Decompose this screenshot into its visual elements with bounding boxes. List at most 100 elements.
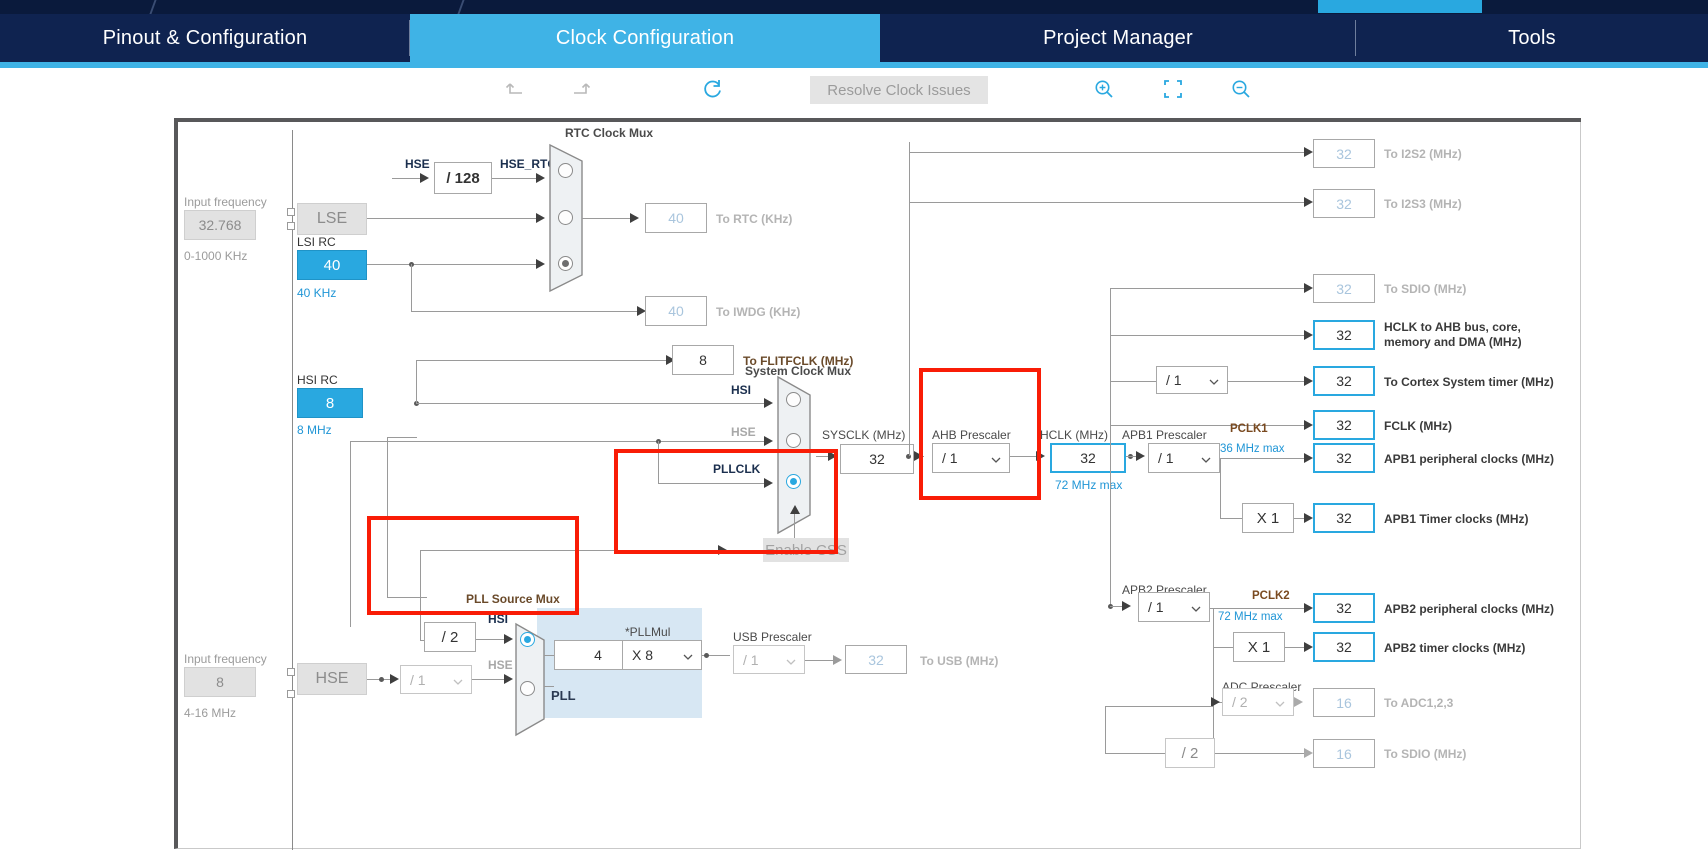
left-bus-line	[292, 130, 293, 850]
window-titlebar	[0, 0, 1708, 14]
rtc-mux-out-line	[582, 218, 632, 219]
usb-out-arrow	[833, 655, 842, 665]
hsi-div2-box: / 2	[424, 622, 476, 652]
fit-to-screen-icon[interactable]	[1154, 70, 1192, 108]
output-box-sdio: 32	[1313, 274, 1375, 303]
chevron-down-icon	[1201, 457, 1211, 463]
hse-prescaler-value: / 1	[410, 671, 426, 688]
sdio-div-riser	[1105, 706, 1106, 753]
hse-div128-in-line	[392, 178, 422, 179]
output-value: 32	[1336, 600, 1352, 616]
pclk2-label: PCLK2	[1252, 590, 1290, 602]
lse-input-frequency-field[interactable]: 32.768	[184, 210, 256, 240]
apb2-timer-multiplier-box: X 1	[1233, 632, 1285, 662]
hclk-value: 32	[1080, 450, 1096, 466]
cortex-out-arrow	[1304, 376, 1313, 386]
hse-to-prescaler-arrow	[390, 674, 399, 684]
usb-prescaler-value: / 1	[743, 651, 759, 668]
sysmux-radio-hse[interactable]	[786, 433, 801, 448]
hclk-max-label: 72 MHz max	[1055, 478, 1123, 492]
to-rtc-value: 40	[668, 210, 684, 226]
sysclk-value-box: 32	[840, 444, 914, 474]
fclk-arrow	[1304, 420, 1313, 430]
sysmux-radio-hsi[interactable]	[786, 392, 801, 407]
to-rtc-value-box: 40	[645, 203, 707, 233]
usb-prescaler-select[interactable]: / 1	[733, 645, 805, 674]
to-flitfclk-value: 8	[699, 352, 707, 368]
lsi-to-mux-line	[367, 264, 537, 265]
output-box-apb2-peripheral: 32	[1313, 593, 1375, 623]
lse-range-label: 0-1000 KHz	[184, 249, 248, 263]
apb1-prescaler-title: APB1 Prescaler	[1122, 428, 1207, 442]
hse-input-frequency-field[interactable]: 8	[184, 667, 256, 697]
lse-osc-pin-top	[287, 208, 295, 216]
chevron-down-icon	[786, 659, 796, 665]
chevron-down-icon	[1275, 701, 1285, 707]
lse-osc-pin-bottom	[287, 222, 295, 230]
usb-out-line	[805, 660, 835, 661]
output-label-hclk-ahb-2: memory and DMA (MHz)	[1384, 335, 1522, 349]
hsi-to-sysmux-line	[416, 403, 766, 404]
lsi-title: LSI RC	[297, 235, 336, 249]
hse-prescaler-select[interactable]: / 1	[400, 665, 472, 694]
apb1-timer-multiplier-label: X 1	[1256, 509, 1280, 527]
titlebar-slash-1	[149, 0, 157, 14]
lsi-value-field[interactable]: 40	[297, 250, 367, 280]
apb1-prescaler-select[interactable]: / 1	[1148, 443, 1220, 473]
apb2-in-arrow	[1122, 601, 1131, 611]
cortex-prescaler-select[interactable]: / 1	[1156, 366, 1228, 394]
tab-pinout-configuration[interactable]: Pinout & Configuration	[0, 14, 410, 62]
lsi-to-mux-arrow	[536, 259, 545, 269]
pllsrc-hse-label: HSE	[488, 658, 513, 672]
fclk-line	[1110, 425, 1306, 426]
sysclk-value: 32	[869, 451, 885, 467]
hsi-value: 8	[325, 394, 335, 412]
zoom-out-icon[interactable]	[1222, 70, 1260, 108]
chevron-down-icon	[1191, 606, 1201, 612]
to-usb-value-box: 32	[845, 645, 907, 674]
chevron-down-icon	[453, 679, 463, 685]
tab-label: Pinout & Configuration	[102, 26, 308, 49]
sdio-div-in-line	[1105, 753, 1165, 754]
pll-source-radio-hse[interactable]	[520, 681, 535, 696]
apb2-prescaler-select[interactable]: / 1	[1138, 592, 1210, 622]
output-label-apb2-timer: APB2 timer clocks (MHz)	[1384, 641, 1526, 655]
rtc-clock-mux-title: RTC Clock Mux	[565, 126, 654, 140]
output-value: 32	[1336, 639, 1352, 655]
pllsrc-out-line	[544, 655, 554, 656]
hse-enable-button[interactable]: HSE	[297, 663, 367, 695]
hse-div128-box: / 128	[434, 162, 492, 194]
rtc-mux-radio-hse[interactable]	[558, 163, 573, 178]
pll-source-radio-hsi[interactable]	[520, 632, 535, 647]
tab-clock-configuration[interactable]: Clock Configuration	[410, 14, 880, 62]
cortex-prescaler-value: / 1	[1166, 372, 1182, 388]
lse-input-frequency-value: 32.768	[198, 217, 242, 233]
lse-enable-button[interactable]: LSE	[297, 203, 367, 235]
output-label-apb2-peripheral: APB2 peripheral clocks (MHz)	[1384, 602, 1555, 616]
hsi-value-field[interactable]: 8	[297, 388, 363, 418]
titlebar-action-button[interactable]	[1318, 0, 1482, 13]
zoom-in-icon[interactable]	[1085, 70, 1123, 108]
output-value: 32	[1336, 145, 1352, 162]
hse-osc-pin-top	[287, 668, 295, 676]
resolve-clock-issues-button[interactable]: Resolve Clock Issues	[810, 76, 988, 104]
undo-icon[interactable]	[497, 70, 535, 108]
hclk-value-box[interactable]: 32	[1050, 443, 1126, 473]
apb2-timer-foot	[1213, 647, 1233, 648]
rtc-mux-radio-lse[interactable]	[558, 210, 573, 225]
pclk1-max-label: 36 MHz max	[1220, 443, 1285, 455]
pllmul-select[interactable]: X 8	[622, 640, 702, 670]
rtc-mux-radio-lsi[interactable]	[558, 256, 573, 271]
output-box-fclk: 32	[1313, 410, 1375, 440]
redo-icon[interactable]	[561, 70, 599, 108]
output-label-sdio: To SDIO (MHz)	[1384, 282, 1467, 296]
reset-icon[interactable]	[694, 70, 732, 108]
hclk-ahb-line	[1110, 335, 1306, 336]
adc-prescaler-select[interactable]: / 2	[1222, 688, 1294, 716]
titlebar-slash-2	[457, 0, 465, 14]
pll-out-dot	[704, 653, 709, 658]
tab-project-manager[interactable]: Project Manager	[880, 14, 1356, 62]
tab-tools[interactable]: Tools	[1356, 14, 1708, 62]
hse-input-frequency-label: Input frequency	[184, 652, 267, 666]
apb1-timer-multiplier-box: X 1	[1242, 503, 1294, 533]
